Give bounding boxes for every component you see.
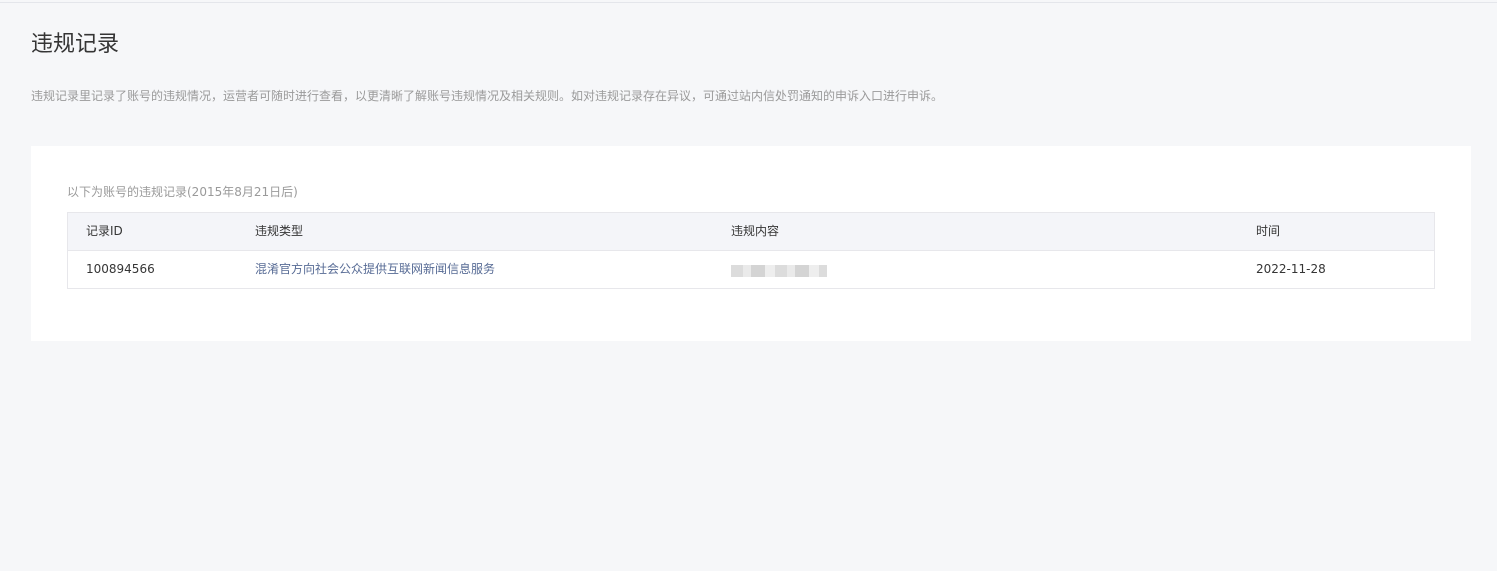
violation-content-blurred <box>731 265 827 277</box>
page-title: 违规记录 <box>31 32 120 57</box>
time-cell: 2022-11-28 <box>1256 262 1326 276</box>
table-header-row: 记录ID 违规类型 违规内容 时间 <box>68 213 1434 251</box>
records-card: 以下为账号的违规记录(2015年8月21日后) 记录ID 违规类型 违规内容 时… <box>31 146 1471 341</box>
column-header-time: 时间 <box>1256 224 1281 238</box>
violation-type-cell[interactable]: 混淆官方向社会公众提供互联网新闻信息服务 <box>255 251 495 288</box>
column-header-record-id: 记录ID <box>86 224 123 238</box>
table-row: 100894566 混淆官方向社会公众提供互联网新闻信息服务 2022-11-2… <box>68 251 1434 288</box>
column-header-violation-type: 违规类型 <box>255 224 304 238</box>
records-table: 记录ID 违规类型 违规内容 时间 100894566 混淆官方向社会公众提供互… <box>67 212 1435 289</box>
page-description: 违规记录里记录了账号的违规情况，运营者可随时进行查看，以更清晰了解账号违规情况及… <box>31 89 944 103</box>
top-divider <box>0 2 1497 3</box>
records-caption: 以下为账号的违规记录(2015年8月21日后) <box>67 185 298 199</box>
record-id-cell: 100894566 <box>86 262 155 276</box>
column-header-violation-content: 违规内容 <box>731 224 780 238</box>
